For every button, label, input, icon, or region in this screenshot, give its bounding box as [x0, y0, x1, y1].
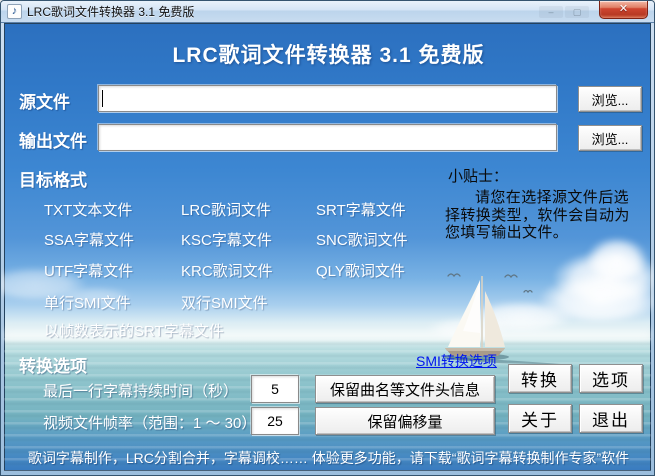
output-file-input[interactable]: [98, 124, 557, 151]
duration-input[interactable]: [251, 375, 299, 403]
format-option-utf[interactable]: UTF字幕文件: [44, 260, 133, 281]
output-browse-button[interactable]: 浏览...: [578, 125, 642, 151]
format-option-ksc[interactable]: KSC字幕文件: [181, 229, 272, 250]
conversion-options-label: 转换选项: [19, 357, 87, 376]
footer-text: 歌词字幕制作，LRC分割合并，字幕调校…… 体验更多功能，请下载“歌词字幕转换制…: [27, 450, 630, 466]
format-option-ssa[interactable]: SSA字幕文件: [44, 229, 134, 250]
format-option-krc[interactable]: KRC歌词文件: [181, 260, 273, 281]
framerate-label: 视频文件帧率（范围：1 ～ 30）: [43, 415, 257, 432]
duration-label: 最后一行字幕持续时间（秒）: [43, 383, 239, 400]
birds-icon: [447, 273, 533, 294]
format-option-smi-single[interactable]: 单行SMI文件: [44, 292, 131, 313]
tips-title: 小贴士：: [448, 168, 509, 185]
target-format-label: 目标格式: [19, 171, 87, 190]
framerate-input[interactable]: [251, 407, 299, 435]
tips-body: 请您在选择源文件后选择转换类型，软件会自动为您填写输出文件。: [445, 189, 630, 241]
keep-offset-toggle-button[interactable]: 保留偏移量: [315, 407, 495, 435]
source-browse-button[interactable]: 浏览...: [578, 86, 642, 112]
format-option-srt-frames[interactable]: 以帧数表示的SRT字幕文件: [44, 320, 224, 341]
exit-button[interactable]: 退出: [579, 404, 643, 433]
source-file-input[interactable]: [98, 85, 557, 112]
page-title: LRC歌词文件转换器 3.1 免费版: [172, 44, 485, 67]
keep-header-toggle-button[interactable]: 保留曲名等文件头信息: [315, 375, 495, 403]
format-option-lrc[interactable]: LRC歌词文件: [181, 199, 271, 220]
format-option-srt[interactable]: SRT字幕文件: [316, 199, 406, 220]
format-option-snc[interactable]: SNC歌词文件: [316, 229, 408, 250]
about-button[interactable]: 关于: [508, 404, 572, 433]
output-file-label: 输出文件: [19, 132, 87, 151]
smi-options-link[interactable]: SMI转换选项: [416, 351, 497, 371]
source-file-label: 源文件: [19, 93, 70, 112]
format-option-smi-double[interactable]: 双行SMI文件: [181, 292, 268, 313]
options-button[interactable]: 选项: [579, 364, 643, 393]
convert-button[interactable]: 转换: [508, 364, 572, 393]
format-option-txt[interactable]: TXT文本文件: [44, 199, 132, 220]
text-caret: [102, 90, 103, 107]
format-option-qly[interactable]: QLY歌词文件: [316, 260, 405, 281]
app-window: ♪ LRC歌词文件转换器 3.1 免费版 – ▢ ✕ LRC歌词文件转换器 3.…: [0, 0, 655, 476]
